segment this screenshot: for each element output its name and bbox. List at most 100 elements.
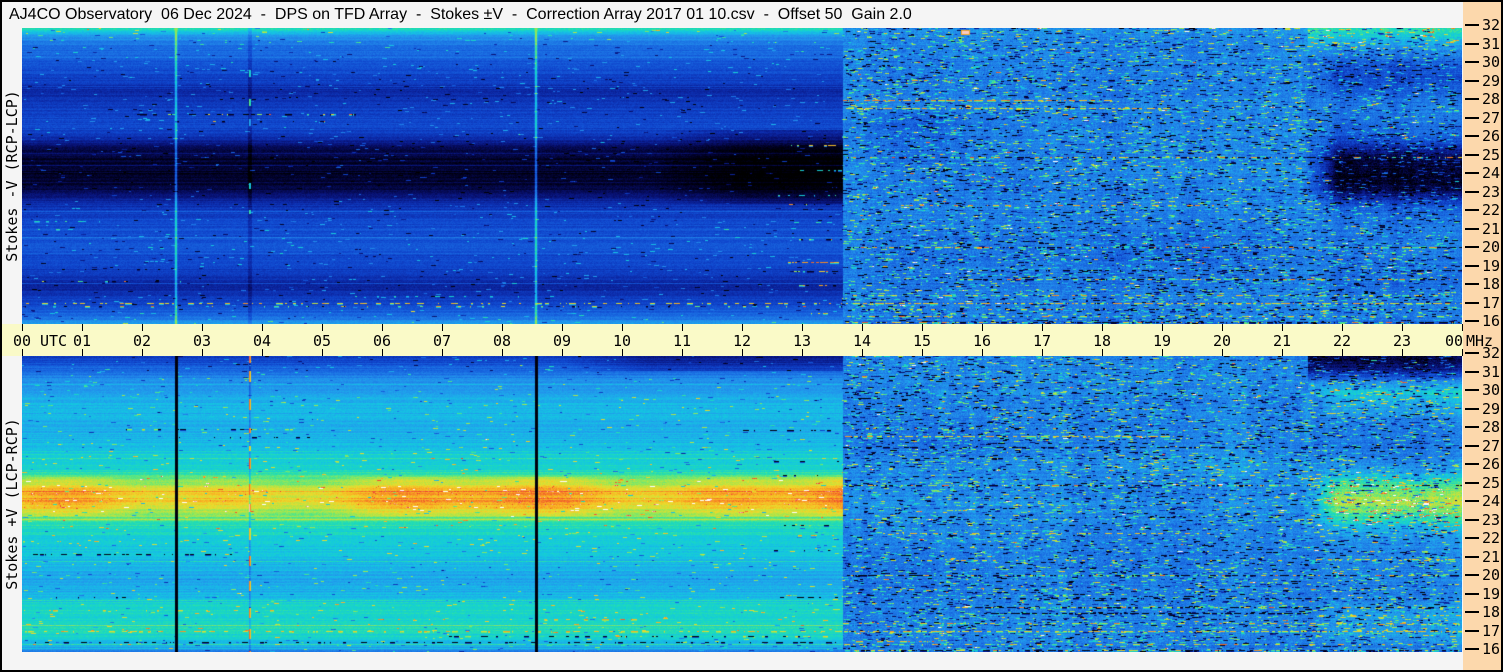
time-tick bbox=[922, 349, 923, 356]
time-tick bbox=[802, 349, 803, 356]
freq-tick bbox=[1465, 209, 1479, 211]
freq-tick-label: 29 bbox=[1482, 71, 1501, 90]
freq-tick-label: 21 bbox=[1482, 547, 1501, 566]
freq-tick bbox=[1465, 61, 1479, 63]
time-tick bbox=[502, 349, 503, 356]
freq-tick bbox=[1465, 611, 1479, 613]
time-tick bbox=[1102, 324, 1103, 331]
time-tick-label: 03 bbox=[192, 332, 212, 350]
title-bar: AJ4CO Observatory 06 Dec 2024 - DPS on T… bbox=[2, 2, 1463, 28]
freq-tick-label: 26 bbox=[1482, 455, 1501, 473]
time-tick bbox=[142, 349, 143, 356]
freq-tick-label: 31 bbox=[1482, 34, 1501, 53]
freq-tick-label: 18 bbox=[1482, 275, 1501, 293]
freq-tick-label: 24 bbox=[1482, 492, 1501, 510]
freq-tick bbox=[1465, 98, 1479, 100]
time-tick-label: 20 bbox=[1212, 332, 1232, 350]
time-tick-label: 18 bbox=[1092, 332, 1112, 350]
freq-tick-label: 27 bbox=[1482, 436, 1501, 455]
freq-tick-label: 17 bbox=[1482, 293, 1501, 312]
freq-tick bbox=[1465, 592, 1479, 595]
spectrogram-canvas-bottom bbox=[22, 356, 1462, 652]
utc-unit-label: UTC bbox=[40, 332, 68, 350]
freq-tick-label: 20 bbox=[1482, 238, 1501, 256]
freq-tick-label: 23 bbox=[1482, 182, 1501, 201]
time-tick-label: 01 bbox=[72, 332, 92, 350]
time-tick bbox=[1222, 324, 1223, 331]
freq-tick-label: 28 bbox=[1482, 90, 1501, 108]
time-tick-label: 21 bbox=[1272, 332, 1292, 350]
freq-tick-label: 31 bbox=[1482, 362, 1501, 381]
time-tick bbox=[622, 324, 623, 331]
freq-tick bbox=[1465, 153, 1479, 156]
time-tick bbox=[982, 349, 983, 356]
time-tick bbox=[502, 324, 503, 331]
freq-tick-label: 22 bbox=[1482, 201, 1501, 219]
freq-tick-label: 21 bbox=[1482, 219, 1501, 238]
time-tick-label: 05 bbox=[312, 332, 332, 350]
freq-tick bbox=[1465, 283, 1479, 285]
panel-label-stokes-minus-v: Stokes -V (RCP-LCP) bbox=[3, 90, 21, 262]
freq-tick bbox=[1465, 426, 1479, 428]
mhz-unit-label: MHz bbox=[1466, 332, 1494, 350]
time-tick-label: 14 bbox=[852, 332, 872, 350]
time-tick bbox=[1162, 324, 1163, 331]
freq-tick bbox=[1465, 172, 1479, 174]
time-tick bbox=[742, 324, 743, 331]
time-tick bbox=[262, 324, 263, 331]
time-tick bbox=[982, 324, 983, 331]
freq-tick-label: 16 bbox=[1482, 312, 1501, 330]
time-tick bbox=[1282, 324, 1283, 331]
panel-label-stokes-plus-v: Stokes +V (LCP-RCP) bbox=[3, 418, 21, 590]
time-tick-label: 00 bbox=[12, 332, 32, 350]
time-tick-label: 09 bbox=[552, 332, 572, 350]
time-tick bbox=[1102, 349, 1103, 356]
freq-tick bbox=[1465, 444, 1479, 447]
freq-tick-label: 32 bbox=[1482, 16, 1501, 34]
time-tick bbox=[922, 324, 923, 331]
time-tick bbox=[1342, 324, 1343, 331]
time-tick-label: 22 bbox=[1332, 332, 1352, 350]
freq-tick-label: 22 bbox=[1482, 529, 1501, 547]
time-tick bbox=[322, 349, 323, 356]
freq-tick-label: 17 bbox=[1482, 621, 1501, 640]
freq-tick bbox=[1465, 389, 1479, 391]
freq-tick-label: 20 bbox=[1482, 566, 1501, 584]
time-tick bbox=[1402, 324, 1403, 331]
time-tick bbox=[562, 324, 563, 331]
time-tick bbox=[682, 349, 683, 356]
time-tick-label: 11 bbox=[672, 332, 692, 350]
freq-tick-label: 25 bbox=[1482, 473, 1501, 492]
freq-tick bbox=[1465, 555, 1479, 558]
freq-tick-label: 24 bbox=[1482, 164, 1501, 182]
freq-tick bbox=[1465, 227, 1479, 230]
freq-tick bbox=[1465, 352, 1479, 354]
freq-tick-label: 19 bbox=[1482, 584, 1501, 603]
time-tick-label: 04 bbox=[252, 332, 272, 350]
time-tick bbox=[802, 324, 803, 331]
freq-tick-label: 16 bbox=[1482, 640, 1501, 658]
time-tick-label: 08 bbox=[492, 332, 512, 350]
image-area: AJ4CO Observatory 06 Dec 2024 - DPS on T… bbox=[2, 2, 1501, 670]
freq-tick-label: 29 bbox=[1482, 399, 1501, 418]
time-tick-label: 12 bbox=[732, 332, 752, 350]
time-tick bbox=[322, 324, 323, 331]
freq-tick bbox=[1465, 320, 1479, 322]
time-tick-label: 07 bbox=[432, 332, 452, 350]
time-tick bbox=[1162, 349, 1163, 356]
freq-tick bbox=[1465, 264, 1479, 267]
time-tick bbox=[262, 349, 263, 356]
time-tick bbox=[382, 324, 383, 331]
time-tick bbox=[862, 324, 863, 331]
time-tick-label: 23 bbox=[1392, 332, 1412, 350]
freq-tick-label: 26 bbox=[1482, 127, 1501, 145]
freq-tick bbox=[1465, 574, 1479, 576]
time-tick bbox=[682, 324, 683, 331]
time-tick bbox=[562, 349, 563, 356]
time-tick bbox=[1402, 349, 1403, 356]
freq-tick bbox=[1465, 518, 1479, 521]
time-tick bbox=[862, 349, 863, 356]
time-tick-label: 06 bbox=[372, 332, 392, 350]
page-title: AJ4CO Observatory 06 Dec 2024 - DPS on T… bbox=[9, 6, 912, 23]
freq-tick bbox=[1465, 370, 1479, 373]
